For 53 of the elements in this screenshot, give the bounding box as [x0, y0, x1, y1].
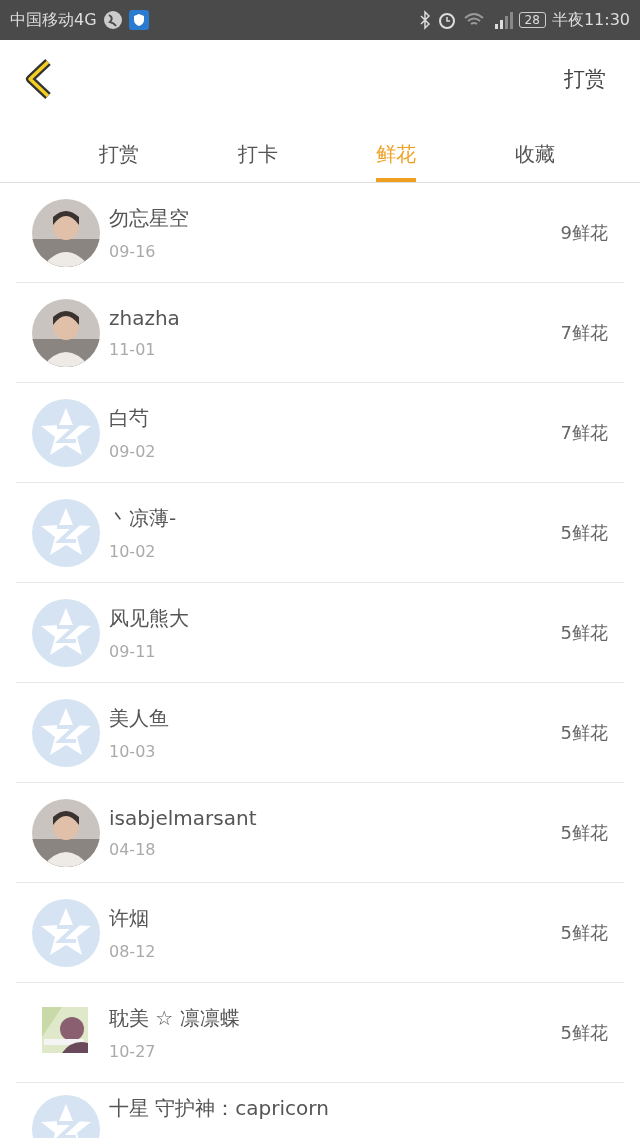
- user-name: 风见熊大: [109, 604, 190, 632]
- date-text: 09-02: [109, 441, 157, 461]
- tab[interactable]: 收藏: [514, 118, 555, 182]
- list-item[interactable]: zhazha 11-01 7鲜花: [16, 283, 624, 383]
- date-text: 04-18: [109, 840, 157, 859]
- list-item[interactable]: 美人鱼 10-03 5鲜花: [16, 683, 624, 783]
- flower-count: 5鲜花: [560, 820, 608, 845]
- carrier-text: 中国移动4G: [10, 9, 97, 31]
- date-text: 08-12: [109, 941, 157, 961]
- user-name: 十星 守护神：capricorn: [109, 1095, 330, 1122]
- bluetooth-icon: [418, 10, 431, 30]
- flower-count: 5鲜花: [560, 920, 608, 945]
- flower-count: 7鲜花: [560, 420, 608, 445]
- tab[interactable]: 打卡: [237, 118, 278, 182]
- user-name: isabjelmarsant: [109, 806, 258, 830]
- date-text: 09-11: [109, 641, 157, 661]
- list-item[interactable]: 白芍 09-02 7鲜花: [16, 383, 624, 483]
- list-item[interactable]: isabjelmarsant 04-18 5鲜花: [16, 783, 624, 883]
- battery-icon: 28: [518, 12, 546, 28]
- list-item[interactable]: 耽美 ☆ 凛凛蝶 10-27 5鲜花: [16, 983, 624, 1083]
- date-text: 10-02: [109, 541, 157, 561]
- user-name: zhazha: [109, 306, 181, 330]
- list-item[interactable]: 许烟 08-12 5鲜花: [16, 883, 624, 983]
- flower-count: 7鲜花: [560, 320, 608, 345]
- user-name: 丶凉薄-: [109, 504, 178, 532]
- default-avatar-icon: [32, 598, 100, 667]
- list-item[interactable]: 丶凉薄- 10-02 5鲜花: [16, 483, 624, 583]
- user-name: 白芍: [109, 404, 150, 432]
- default-avatar-icon: [32, 898, 100, 967]
- shield-icon: [128, 10, 149, 30]
- user-name: 许烟: [109, 904, 150, 932]
- flower-count: 9鲜花: [560, 220, 608, 245]
- date-text: 11-01: [109, 340, 157, 359]
- flower-count: 5鲜花: [560, 720, 608, 745]
- date-text: 10-27: [109, 1041, 157, 1061]
- flower-count: 5鲜花: [560, 520, 608, 545]
- date-text: 09-16: [109, 241, 157, 261]
- default-avatar-icon: [32, 398, 100, 467]
- user-name: 勿忘星空: [109, 204, 190, 232]
- list-item[interactable]: 风见熊大 09-11 5鲜花: [16, 583, 624, 683]
- default-avatar-icon: [32, 698, 100, 767]
- user-name: 耽美 ☆ 凛凛蝶: [109, 1004, 241, 1032]
- list-item[interactable]: 勿忘星空 09-16 9鲜花: [16, 183, 624, 283]
- reward-button[interactable]: 打赏: [564, 65, 606, 93]
- alarm-icon: [436, 10, 457, 30]
- clock-text: 半夜11:30: [551, 9, 630, 31]
- tab[interactable]: 打赏: [99, 118, 140, 182]
- default-avatar-icon: [32, 498, 100, 567]
- date-text: 10-03: [109, 741, 157, 761]
- user-name: 美人鱼: [109, 704, 170, 732]
- flower-count: 5鲜花: [560, 1020, 608, 1045]
- list-item[interactable]: 十星 守护神：capricorn: [16, 1083, 624, 1138]
- flower-count: 5鲜花: [560, 620, 608, 645]
